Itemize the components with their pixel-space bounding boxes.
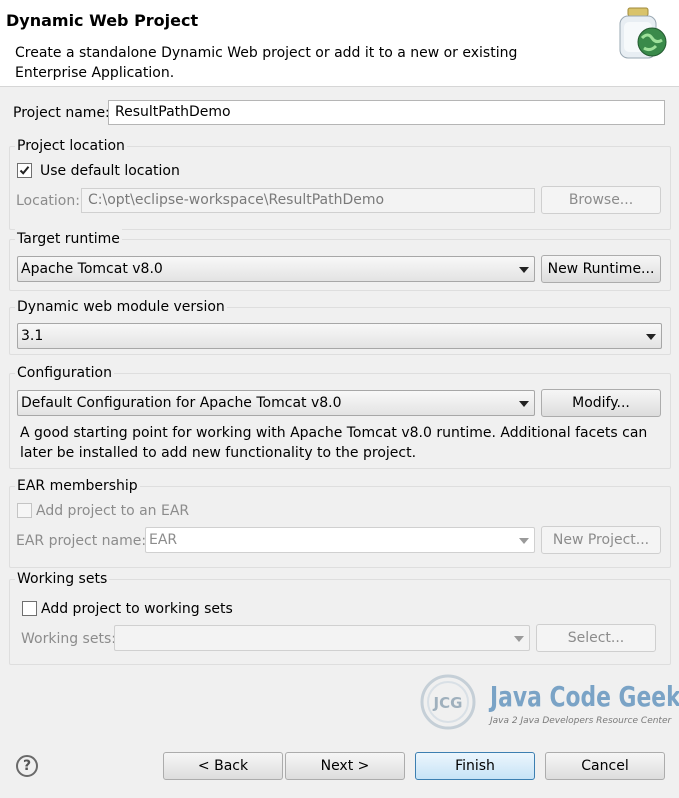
wizard-header: Dynamic Web Project Create a standalone … <box>0 0 679 87</box>
add-to-ear-label: Add project to an EAR <box>36 503 190 519</box>
chevron-down-icon <box>519 267 529 273</box>
project-name-label: Project name: <box>13 105 110 121</box>
working-sets-group <box>9 579 671 665</box>
project-name-input[interactable]: ResultPathDemo <box>108 100 665 125</box>
module-version-select[interactable]: 3.1 <box>17 323 662 349</box>
configuration-description: A good starting point for working with A… <box>20 425 648 461</box>
logo-tagline: Java 2 Java Developers Resource Center <box>490 716 672 726</box>
target-runtime-title: Target runtime <box>15 229 122 249</box>
jcg-badge-icon: JCG <box>420 674 476 730</box>
target-runtime-value: Apache Tomcat v8.0 <box>21 261 163 277</box>
checkmark-icon <box>19 166 30 175</box>
working-sets-select[interactable] <box>114 625 530 651</box>
wizard-subtitle: Create a standalone Dynamic Web project … <box>15 45 518 81</box>
target-runtime-select[interactable]: Apache Tomcat v8.0 <box>17 256 535 282</box>
jcg-badge-text: JCG <box>433 694 463 712</box>
cancel-button[interactable]: Cancel <box>545 752 665 780</box>
next-button[interactable]: Next > <box>285 752 405 780</box>
chevron-down-icon <box>519 538 529 544</box>
location-label: Location: <box>16 193 80 209</box>
location-input[interactable]: C:\opt\eclipse-workspace\ResultPathDemo <box>81 188 535 213</box>
wizard-title: Dynamic Web Project <box>6 11 199 30</box>
browse-button[interactable]: Browse... <box>541 186 661 214</box>
use-default-location-checkbox[interactable] <box>17 163 32 178</box>
module-version-value: 3.1 <box>21 328 44 344</box>
modify-button[interactable]: Modify... <box>541 389 661 417</box>
project-location-title: Project location <box>15 136 127 156</box>
ear-project-name-value: EAR <box>149 532 178 548</box>
chevron-down-icon <box>514 636 524 642</box>
configuration-select[interactable]: Default Configuration for Apache Tomcat … <box>17 390 535 416</box>
help-question-icon[interactable]: ? <box>16 755 38 777</box>
new-project-button[interactable]: New Project... <box>541 526 661 554</box>
module-version-title: Dynamic web module version <box>15 297 227 317</box>
working-sets-label: Working sets: <box>21 631 116 647</box>
web-project-jar-globe-icon <box>619 7 667 59</box>
chevron-down-icon <box>646 334 656 340</box>
ear-membership-title: EAR membership <box>15 476 140 496</box>
add-to-working-sets-checkbox[interactable] <box>22 601 37 616</box>
add-to-ear-checkbox[interactable] <box>17 503 32 518</box>
logo-name: Java Code Geeks <box>490 680 679 713</box>
working-sets-title: Working sets <box>15 569 110 589</box>
java-code-geeks-logo: JCG Java Code Geeks Java 2 Java Develope… <box>418 668 679 732</box>
configuration-value: Default Configuration for Apache Tomcat … <box>21 395 342 411</box>
ear-project-name-select[interactable]: EAR <box>145 527 535 553</box>
chevron-down-icon <box>519 401 529 407</box>
ear-project-name-label: EAR project name: <box>16 533 147 549</box>
back-button[interactable]: < Back <box>163 752 283 780</box>
new-runtime-button[interactable]: New Runtime... <box>541 255 661 283</box>
finish-button[interactable]: Finish <box>415 752 535 780</box>
use-default-location-label: Use default location <box>40 163 180 179</box>
add-to-working-sets-label: Add project to working sets <box>41 601 233 617</box>
select-button[interactable]: Select... <box>536 624 656 652</box>
configuration-title: Configuration <box>15 363 114 383</box>
